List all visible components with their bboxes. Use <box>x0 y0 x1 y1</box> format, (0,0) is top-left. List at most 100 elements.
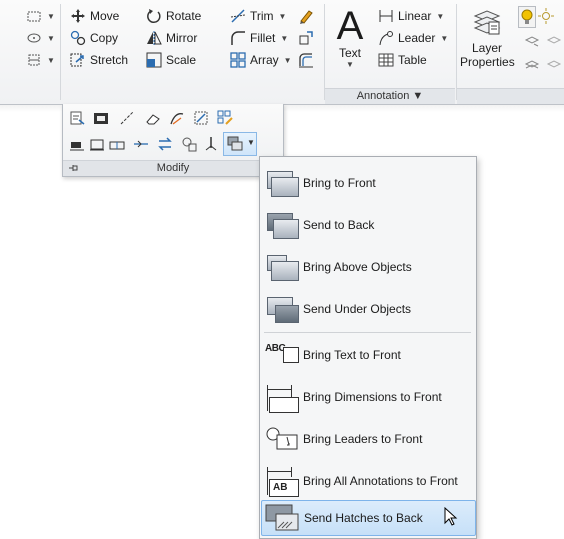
table-button[interactable]: Table <box>378 50 427 70</box>
layer-tool-icon[interactable] <box>546 56 562 72</box>
array-label: Array <box>250 53 279 67</box>
scale-label: Scale <box>166 53 197 67</box>
modify-panel-expanded: ▼ Modify <box>62 104 284 177</box>
stretch-button[interactable]: Stretch <box>70 50 128 70</box>
change-space-icon[interactable] <box>203 136 219 152</box>
leader-icon <box>378 30 394 46</box>
partial-tool-2[interactable]: ▼ <box>26 28 55 48</box>
break-at-point-icon[interactable] <box>69 136 85 152</box>
ab-glyph: AB <box>273 482 288 493</box>
menu-item-label: Send Under Objects <box>303 302 412 316</box>
ellipse-icon <box>26 30 42 46</box>
leader-label: Leader <box>398 31 436 45</box>
offset-button[interactable] <box>298 50 314 70</box>
stretch-label: Stretch <box>90 53 129 67</box>
scale-button[interactable]: Scale <box>146 50 196 70</box>
chamfer-join-icon[interactable] <box>133 136 149 152</box>
trim-label: Trim <box>250 9 274 23</box>
bring-above-objects-icon <box>261 249 301 285</box>
array-icon <box>230 52 246 68</box>
fillet-button[interactable]: Fillet ▼ <box>230 28 288 48</box>
explode-button[interactable] <box>298 28 314 48</box>
pencil-icon <box>298 8 314 24</box>
modify-panel-title[interactable]: Modify <box>63 161 283 176</box>
linear-dimension-button[interactable]: Linear ▼ <box>378 6 444 26</box>
array-edit-icon[interactable] <box>217 110 233 126</box>
mouse-cursor-icon <box>444 506 458 527</box>
bring-text-to-front-icon: ABC <box>261 337 301 373</box>
rotate-icon <box>146 8 162 24</box>
ribbon-separator <box>456 4 457 100</box>
align-icon[interactable] <box>193 110 209 126</box>
layer-tool-icon[interactable] <box>524 32 540 48</box>
draw-order-split-button[interactable]: ▼ <box>223 132 257 156</box>
rotate-button[interactable]: Rotate <box>146 6 201 26</box>
menu-separator <box>264 332 471 333</box>
lengthen-icon[interactable] <box>119 110 135 126</box>
mirror-button[interactable]: Mirror <box>146 28 197 48</box>
offset-icon <box>298 52 314 68</box>
blend-curves-icon[interactable] <box>169 110 185 126</box>
table-icon <box>378 52 394 68</box>
copy-button[interactable]: Copy <box>70 28 118 48</box>
layer-properties-button[interactable]: Layer Properties <box>460 8 515 86</box>
send-under-objects-icon <box>261 291 301 327</box>
text-button[interactable]: A Text ▼ <box>330 6 370 80</box>
menu-item-bring-text-to-front[interactable]: ABC Bring Text to Front <box>261 335 474 375</box>
linear-dimension-icon <box>378 8 394 24</box>
trim-button[interactable]: Trim ▼ <box>230 6 286 26</box>
layer-stack-icon <box>471 8 503 38</box>
draw-order-menu: Bring to Front Send to Back Bring Above … <box>259 156 477 539</box>
mirror-icon <box>146 30 162 46</box>
ribbon-separator <box>60 4 61 100</box>
lightbulb-icon[interactable] <box>518 6 536 28</box>
edit-block-icon[interactable] <box>93 110 109 126</box>
layer-tool-icon[interactable] <box>546 32 562 48</box>
set-by-layer-icon[interactable] <box>181 136 197 152</box>
array-button[interactable]: Array ▼ <box>230 50 292 70</box>
menu-item-bring-above-objects[interactable]: Bring Above Objects <box>261 247 474 287</box>
text-label: Text <box>338 46 361 60</box>
explode-icon <box>298 30 314 46</box>
rotate-label: Rotate <box>166 9 202 23</box>
hatch-boundary-icon <box>26 52 42 68</box>
menu-item-send-to-back[interactable]: Send to Back <box>261 205 474 245</box>
copy-label: Copy <box>90 31 119 45</box>
layers-panel-title[interactable] <box>457 88 564 104</box>
partial-tool-1[interactable]: ▼ <box>26 6 55 26</box>
edit-polyline-icon[interactable] <box>69 110 85 126</box>
partial-tool-3[interactable]: ▼ <box>26 50 55 70</box>
eraser-icon[interactable] <box>145 110 161 126</box>
break-icon[interactable] <box>89 136 105 152</box>
menu-item-send-under-objects[interactable]: Send Under Objects <box>261 289 474 329</box>
send-hatches-to-back-icon <box>262 502 302 534</box>
menu-item-label: Bring Text to Front <box>303 348 401 362</box>
menu-item-bring-to-front[interactable]: Bring to Front <box>261 163 474 203</box>
layer-properties-label-line2: Properties <box>460 55 515 69</box>
menu-item-send-hatches-to-back[interactable]: Send Hatches to Back <box>261 500 476 536</box>
menu-item-bring-leaders-to-front[interactable]: Bring Leaders to Front <box>261 419 474 459</box>
ribbon-separator <box>324 4 325 100</box>
erase-button[interactable] <box>298 6 314 26</box>
text-large-icon: A <box>336 4 364 48</box>
move-button[interactable]: Move <box>70 6 119 26</box>
sun-icon[interactable] <box>538 8 554 24</box>
menu-item-label: Bring to Front <box>303 176 376 190</box>
mirror-label: Mirror <box>166 31 198 45</box>
menu-item-bring-all-annotations-to-front[interactable]: AB Bring All Annotations to Front <box>261 461 474 501</box>
stretch-icon <box>70 52 86 68</box>
linear-label: Linear <box>398 9 432 23</box>
reverse-icon[interactable] <box>157 136 173 152</box>
annotation-panel-title[interactable]: Annotation ▼ <box>325 88 455 104</box>
layer-tool-icon[interactable] <box>524 56 540 72</box>
leader-button[interactable]: Leader ▼ <box>378 28 448 48</box>
rectangle-icon <box>26 8 42 24</box>
trim-icon <box>230 8 246 24</box>
move-icon <box>70 8 86 24</box>
bring-leaders-to-front-icon <box>261 421 301 457</box>
modify-panel-footer: Modify <box>63 160 283 176</box>
copy-icon <box>70 30 86 46</box>
join-icon[interactable] <box>109 136 125 152</box>
draw-order-icon <box>226 135 244 153</box>
menu-item-bring-dimensions-to-front[interactable]: Bring Dimensions to Front <box>261 377 474 417</box>
